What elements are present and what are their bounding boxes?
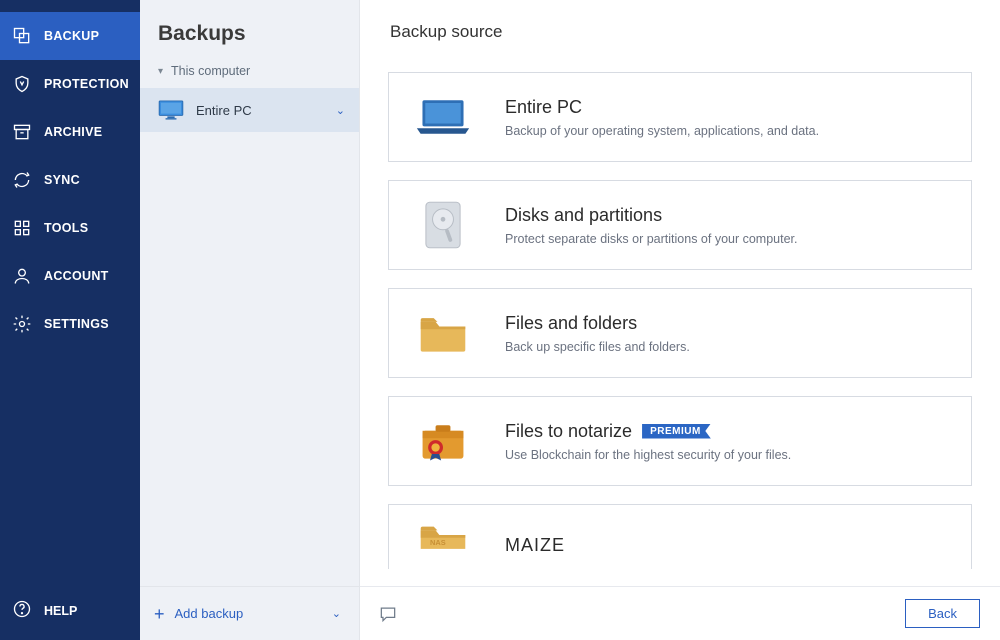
nav-item-account[interactable]: ACCOUNT (0, 252, 140, 300)
main-title: Backup source (388, 22, 972, 72)
premium-badge: PREMIUM (642, 424, 711, 439)
nav-item-help[interactable]: HELP (0, 581, 140, 640)
backup-group-header[interactable]: ▾ This computer (140, 60, 359, 88)
nav-label: SYNC (44, 173, 80, 187)
option-desc: Back up specific files and folders. (505, 340, 690, 354)
option-files-folders[interactable]: Files and folders Back up specific files… (388, 288, 972, 378)
grid-icon (12, 218, 32, 238)
monitor-icon (158, 100, 184, 120)
nav-item-protection[interactable]: PROTECTION (0, 60, 140, 108)
add-backup-button[interactable]: + Add backup (154, 605, 318, 623)
option-desc: Use Blockchain for the highest security … (505, 448, 791, 462)
nav-item-archive[interactable]: ARCHIVE (0, 108, 140, 156)
back-button[interactable]: Back (905, 599, 980, 628)
chat-icon[interactable] (378, 604, 398, 624)
nav-item-tools[interactable]: TOOLS (0, 204, 140, 252)
nav-label: PROTECTION (44, 77, 129, 91)
backup-icon (12, 26, 32, 46)
chevron-down-icon: ▾ (158, 66, 163, 77)
nav-label: BACKUP (44, 29, 99, 43)
plus-icon: + (154, 605, 165, 623)
nav-item-sync[interactable]: SYNC (0, 156, 140, 204)
option-partial[interactable]: NAS MAIZE (388, 504, 972, 569)
laptop-icon (415, 93, 471, 141)
backup-item-entire-pc[interactable]: Entire PC ⌄ (140, 88, 359, 132)
chevron-down-icon[interactable]: ⌄ (336, 104, 345, 117)
sync-icon (12, 170, 32, 190)
option-title-text: Files to notarize (505, 421, 632, 442)
option-title: Entire PC (505, 97, 819, 118)
user-icon (12, 266, 32, 286)
add-backup-menu[interactable]: ⌄ (328, 603, 345, 624)
nav-label: TOOLS (44, 221, 88, 235)
option-desc: Protect separate disks or partitions of … (505, 232, 798, 246)
backups-title: Backups (140, 0, 359, 60)
nav-item-backup[interactable]: BACKUP (0, 12, 140, 60)
shield-icon (12, 74, 32, 94)
svg-text:NAS: NAS (430, 538, 446, 547)
nav-label: SETTINGS (44, 317, 109, 331)
help-icon (12, 599, 32, 622)
main-footer: Back (360, 586, 1000, 640)
backups-footer: + Add backup ⌄ (140, 586, 359, 640)
group-label: This computer (171, 64, 250, 78)
source-options: Entire PC Backup of your operating syste… (388, 72, 972, 640)
folder-icon (415, 309, 471, 357)
briefcase-icon (415, 417, 471, 465)
nav-label: ACCOUNT (44, 269, 109, 283)
archive-icon (12, 122, 32, 142)
option-title: Files to notarize PREMIUM (505, 421, 791, 442)
gear-icon (12, 314, 32, 334)
option-notarize[interactable]: Files to notarize PREMIUM Use Blockchain… (388, 396, 972, 486)
folder-icon: NAS (415, 521, 471, 569)
backup-item-label: Entire PC (196, 103, 324, 118)
nav-label: ARCHIVE (44, 125, 102, 139)
option-title: Disks and partitions (505, 205, 798, 226)
hdd-icon (415, 201, 471, 249)
option-entire-pc[interactable]: Entire PC Backup of your operating syste… (388, 72, 972, 162)
primary-nav: BACKUP PROTECTION ARCHIVE SYNC TOOLS ACC… (0, 0, 140, 640)
option-desc: Backup of your operating system, applica… (505, 124, 819, 138)
option-disks[interactable]: Disks and partitions Protect separate di… (388, 180, 972, 270)
main-pane: Backup source Entire PC Backup of your o… (360, 0, 1000, 640)
nav-label: HELP (44, 604, 77, 618)
backups-panel: Backups ▾ This computer Entire PC ⌄ + Ad… (140, 0, 360, 640)
add-backup-label: Add backup (175, 606, 244, 621)
option-title: Files and folders (505, 313, 690, 334)
nav-item-settings[interactable]: SETTINGS (0, 300, 140, 348)
option-title: MAIZE (505, 535, 565, 556)
